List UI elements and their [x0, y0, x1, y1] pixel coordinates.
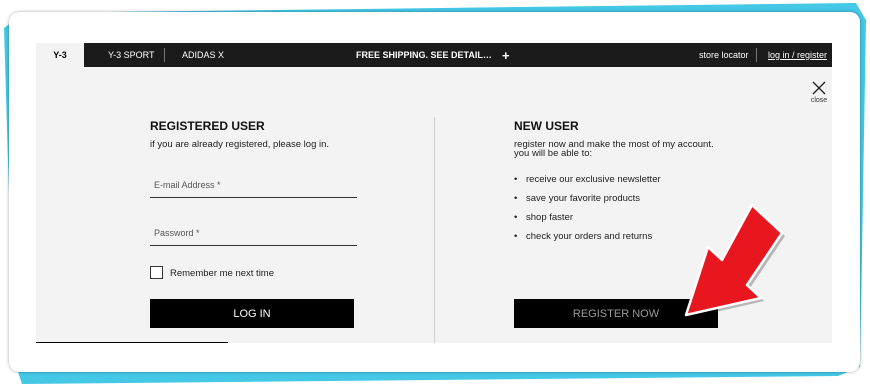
email-placeholder: E-mail Address *	[154, 180, 221, 190]
benefit-item: receive our exclusive newsletter	[514, 174, 661, 185]
benefit-item: check your orders and returns	[514, 231, 652, 242]
nav-separator	[164, 48, 165, 62]
login-register-link[interactable]: log in / register	[768, 43, 827, 67]
top-nav: Y-3 Y-3 SPORT ADIDAS X FREE SHIPPING. SE…	[36, 43, 832, 67]
login-button[interactable]: LOG IN	[150, 299, 354, 328]
panel-bottom-accent	[36, 342, 228, 343]
remember-me-checkbox[interactable]	[150, 266, 163, 279]
nav-separator	[756, 48, 757, 62]
email-field[interactable]: E-mail Address *	[150, 179, 357, 198]
brand-tab-y3[interactable]: Y-3	[36, 43, 84, 67]
new-user-heading: NEW USER	[514, 119, 579, 133]
plus-icon[interactable]: +	[502, 43, 510, 67]
close-label[interactable]: close	[808, 97, 830, 104]
register-now-button[interactable]: REGISTER NOW	[514, 299, 718, 328]
password-placeholder: Password *	[154, 228, 200, 238]
nav-item-y3-sport[interactable]: Y-3 SPORT	[108, 43, 155, 67]
registered-user-heading: REGISTERED USER	[150, 119, 265, 133]
benefit-item: shop faster	[514, 212, 573, 223]
benefit-item: save your favorite products	[514, 193, 640, 204]
password-field[interactable]: Password *	[150, 227, 357, 246]
remember-me-label[interactable]: Remember me next time	[170, 269, 274, 279]
promo-shipping-link[interactable]: FREE SHIPPING. SEE DETAIL…	[356, 43, 492, 67]
registered-user-description: if you are already registered, please lo…	[150, 139, 330, 150]
store-locator-link[interactable]: store locator	[699, 43, 749, 67]
column-divider	[434, 117, 435, 343]
nav-item-adidas-x[interactable]: ADIDAS X	[182, 43, 224, 67]
new-user-description-2: you will be able to:	[514, 148, 593, 159]
